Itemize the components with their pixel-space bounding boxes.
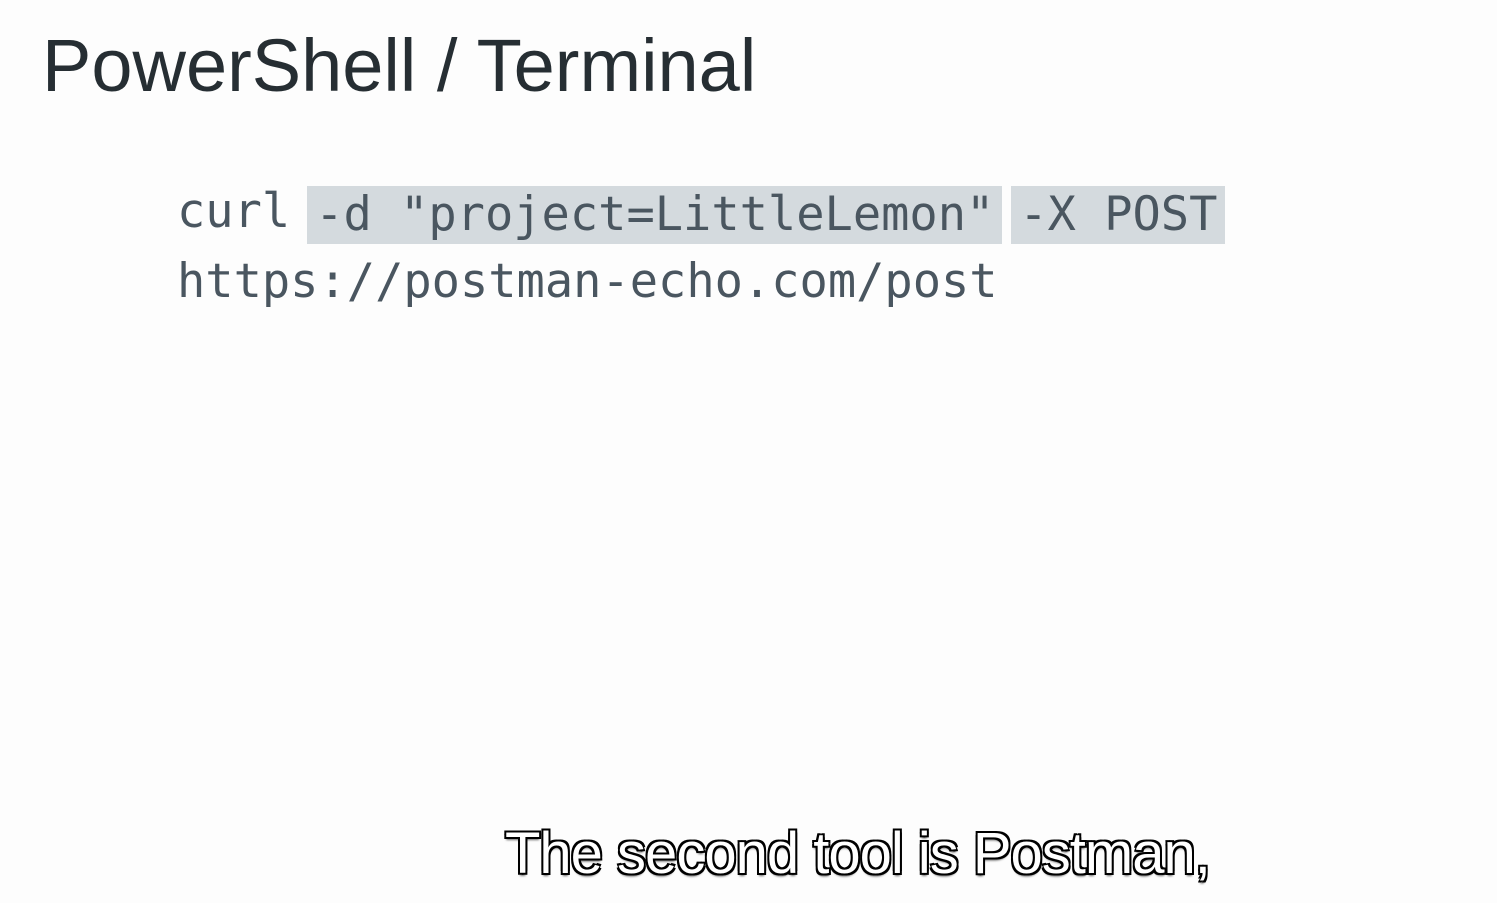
code-block: curl -d "project=LittleLemon" -X POST http… [177, 177, 1234, 317]
slide-title: PowerShell / Terminal [42, 24, 757, 107]
curl-command: curl [177, 184, 291, 239]
code-line-1: curl -d "project=LittleLemon" -X POST [177, 177, 1234, 247]
code-line-2: https://postman-echo.com/post [177, 247, 1234, 317]
method-flag-highlight: -X POST [1011, 185, 1226, 244]
data-flag-highlight: -d "project=LittleLemon" [307, 185, 1003, 244]
video-subtitle: The second tool is Postman, [504, 820, 1212, 887]
request-url: https://postman-echo.com/post [177, 254, 998, 309]
